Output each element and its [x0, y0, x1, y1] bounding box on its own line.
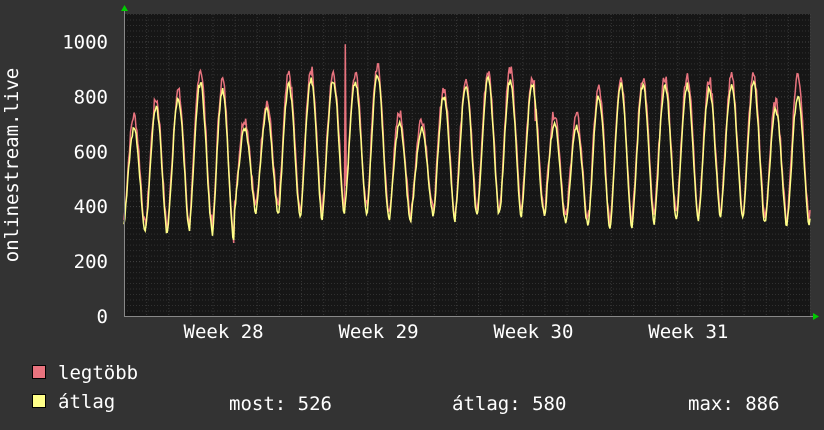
y-tick-label: 400: [74, 196, 108, 218]
y-tick-label: 600: [74, 141, 108, 163]
x-tick-label: Week 30: [493, 321, 573, 343]
x-tick-label: Week 28: [184, 321, 264, 343]
y-tick-label: 1000: [62, 31, 108, 53]
y-tick-label: 0: [97, 306, 108, 328]
x-tick-label: Week 31: [648, 321, 728, 343]
x-axis-arrow: [813, 313, 819, 320]
plot-area: [124, 14, 810, 316]
y-tick-label: 200: [74, 251, 108, 273]
legend-swatch-max: [32, 364, 46, 379]
legend-swatch-avg: [32, 393, 46, 408]
stat-current: most: 526: [229, 393, 332, 415]
legend-label-avg: átlag: [58, 391, 116, 413]
stat-average: átlag: 580: [452, 393, 567, 415]
y-tick-label: 800: [74, 86, 108, 108]
stat-max: max: 886: [688, 393, 780, 415]
legend-item-avg: átlag: [32, 393, 115, 412]
x-tick-label: Week 29: [338, 321, 418, 343]
y-axis-arrow: [121, 5, 128, 11]
legend-label-max: legtöbb: [58, 362, 139, 384]
y-axis-label: onlinestream.live: [1, 67, 23, 263]
legend-item-max: legtöbb: [32, 364, 138, 383]
